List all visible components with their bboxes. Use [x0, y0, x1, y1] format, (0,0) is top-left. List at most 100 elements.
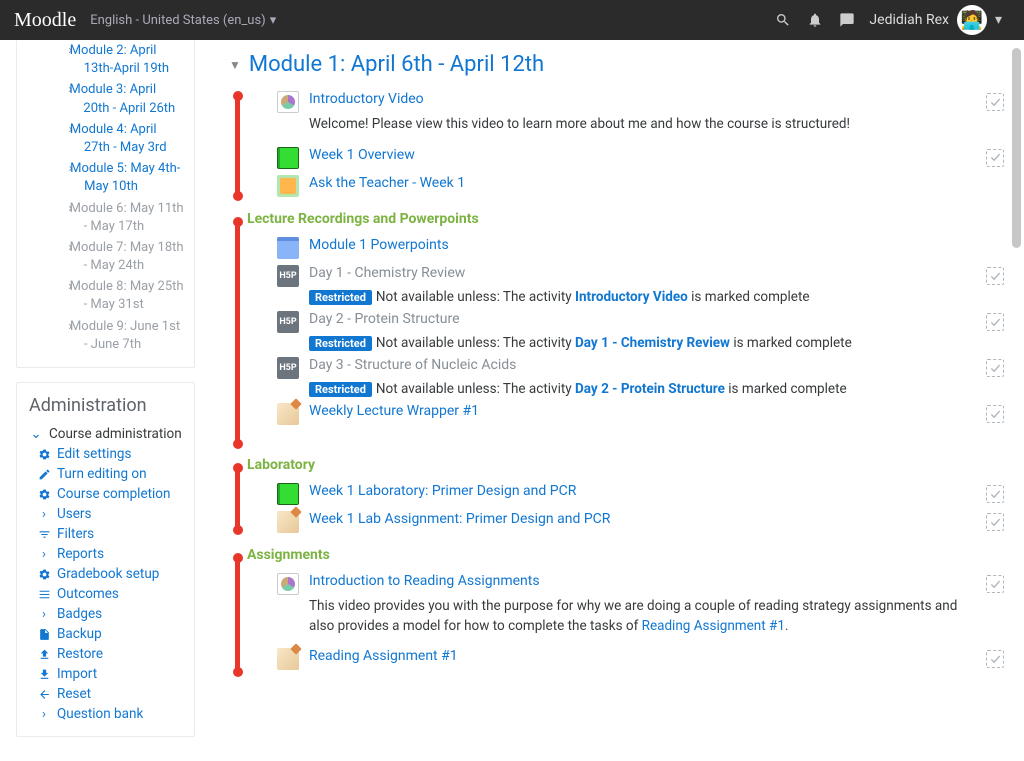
completion-checkbox[interactable]: [986, 485, 1004, 503]
timeline-line: [235, 96, 240, 196]
restriction-notice: RestrictedNot available unless: The acti…: [309, 335, 970, 351]
bell-icon[interactable]: [807, 12, 823, 28]
activity-link[interactable]: Day 3 - Structure of Nucleic Acids: [309, 357, 516, 373]
brand-logo[interactable]: Moodle: [14, 9, 76, 32]
username-label[interactable]: Jedidiah Rex: [869, 12, 949, 28]
section-collapse-icon[interactable]: ▼: [229, 58, 241, 72]
folder-icon: [277, 237, 299, 259]
completion-checkbox[interactable]: [986, 93, 1004, 111]
nav-module-item[interactable]: ›Module 2: April 13th-April 19th: [29, 42, 184, 78]
activity-link[interactable]: Day 2 - Protein Structure: [309, 311, 460, 327]
nav-module-label: Module 8: May 25th - May 31st: [84, 278, 184, 314]
admin-item-label: Edit settings: [57, 446, 131, 462]
completion-checkbox[interactable]: [986, 575, 1004, 593]
admin-item-label: Gradebook setup: [57, 566, 159, 582]
search-icon[interactable]: [775, 12, 791, 28]
activity-day2: H5P Day 2 - Protein Structure Restricted…: [277, 311, 1004, 351]
activity-link[interactable]: Module 1 Powerpoints: [309, 237, 449, 253]
chev-icon: ›: [37, 507, 51, 521]
chev-icon: ›: [37, 707, 51, 721]
chat-icon[interactable]: [839, 12, 855, 28]
nav-module-item[interactable]: ›Module 4: April 27th - May 3rd: [29, 121, 184, 157]
book-icon: [277, 147, 299, 169]
activity-link[interactable]: Introduction to Reading Assignments: [309, 573, 540, 589]
completion-checkbox[interactable]: [986, 313, 1004, 331]
admin-item[interactable]: ›Reports: [37, 546, 184, 562]
admin-item-label: Reset: [57, 686, 91, 702]
navigation-block: ›Module 2: April 13th-April 19th›Module …: [16, 40, 195, 368]
activity-description: This video provides you with the purpose…: [309, 597, 970, 636]
activity-link[interactable]: Weekly Lecture Wrapper #1: [309, 403, 479, 419]
activity-link[interactable]: Introductory Video: [309, 91, 424, 107]
admin-item[interactable]: Course completion: [37, 486, 184, 502]
admin-item[interactable]: Turn editing on: [37, 466, 184, 482]
admin-item-label: Turn editing on: [57, 466, 147, 482]
activity-ask-teacher: Ask the Teacher - Week 1: [277, 175, 1004, 197]
h5p-icon: H5P: [277, 311, 299, 333]
gear-icon: [37, 567, 51, 581]
activity-link[interactable]: Week 1 Overview: [309, 147, 415, 163]
admin-item[interactable]: › Badges: [37, 606, 184, 622]
admin-item[interactable]: Restore: [37, 646, 184, 662]
admin-item[interactable]: Filters: [37, 526, 184, 542]
nav-module-label: Module 4: April 27th - May 3rd: [84, 121, 184, 157]
activity-link[interactable]: Reading Assignment #1: [309, 648, 458, 664]
course-admin-header[interactable]: ⌄ Course administration: [29, 426, 184, 442]
filter-icon: [37, 527, 51, 541]
nav-module-label: Module 6: May 11th - May 17th: [84, 200, 184, 236]
nav-module-item[interactable]: ›Module 3: April 20th - April 26th: [29, 81, 184, 117]
completion-checkbox[interactable]: [986, 405, 1004, 423]
restriction-notice: RestrictedNot available unless: The acti…: [309, 381, 970, 397]
file-icon: [37, 627, 51, 641]
restriction-notice: RestrictedNot available unless: The acti…: [309, 289, 970, 305]
activity-link[interactable]: Week 1 Laboratory: Primer Design and PCR: [309, 483, 576, 499]
language-selector[interactable]: English - United States (en_us) ▾: [90, 13, 276, 28]
admin-item[interactable]: Edit settings: [37, 446, 184, 462]
avatar[interactable]: 🧑‍💻: [957, 5, 987, 35]
admin-item[interactable]: › Users: [37, 506, 184, 522]
admin-item-label: Users: [57, 506, 91, 522]
nav-module-label: Module 7: May 18th - May 24th: [84, 239, 184, 275]
activity-day1: H5P Day 1 - Chemistry Review RestrictedN…: [277, 265, 1004, 305]
activity-reading1: Reading Assignment #1: [277, 648, 1004, 670]
inline-link[interactable]: Reading Assignment #1: [642, 618, 785, 634]
scrollbar[interactable]: [1008, 40, 1024, 713]
activity-lab-assign: Week 1 Lab Assignment: Primer Design and…: [277, 511, 1004, 533]
section-title-link[interactable]: Module 1: April 6th - April 12th: [249, 52, 544, 77]
timeline-line: [235, 222, 240, 444]
h5p-icon: H5P: [277, 357, 299, 379]
admin-item[interactable]: › Question bank: [37, 706, 184, 722]
activity-read-intro: Introduction to Reading Assignments This…: [277, 573, 1004, 642]
activity-link[interactable]: Week 1 Lab Assignment: Primer Design and…: [309, 511, 610, 527]
activity-link[interactable]: Ask the Teacher - Week 1: [309, 175, 465, 191]
assignment-icon: [277, 648, 299, 670]
book-icon: [277, 483, 299, 505]
chev-icon: ›: [37, 607, 51, 621]
nav-module-item: ›Module 6: May 11th - May 17th: [29, 200, 184, 236]
language-label: English - United States (en_us): [90, 13, 266, 28]
subsection-laboratory: Laboratory: [247, 457, 1004, 473]
completion-checkbox[interactable]: [986, 513, 1004, 531]
video-icon: [277, 573, 299, 595]
admin-item[interactable]: Outcomes: [37, 586, 184, 602]
completion-checkbox[interactable]: [986, 650, 1004, 668]
completion-checkbox[interactable]: [986, 149, 1004, 167]
activity-link[interactable]: Day 1 - Chemistry Review: [309, 265, 465, 281]
admin-item-label: Restore: [57, 646, 103, 662]
admin-item[interactable]: Backup: [37, 626, 184, 642]
user-menu-caret-icon[interactable]: ▾: [995, 12, 1002, 28]
timeline-dot: [233, 439, 243, 449]
activity-week1-overview: Week 1 Overview: [277, 147, 1004, 169]
admin-item-label: Backup: [57, 626, 102, 642]
admin-item[interactable]: Reset: [37, 686, 184, 702]
admin-item-label: Filters: [57, 526, 94, 542]
completion-checkbox[interactable]: [986, 267, 1004, 285]
admin-item[interactable]: Import: [37, 666, 184, 682]
timeline-dot: [233, 525, 243, 535]
admin-item-label: Question bank: [57, 706, 143, 722]
nav-module-label: Module 2: April 13th-April 19th: [84, 42, 184, 78]
admin-item[interactable]: Gradebook setup: [37, 566, 184, 582]
nav-module-item[interactable]: ›Module 5: May 4th- May 10th: [29, 160, 184, 196]
completion-checkbox[interactable]: [986, 359, 1004, 377]
admin-item-label: Badges: [57, 606, 102, 622]
